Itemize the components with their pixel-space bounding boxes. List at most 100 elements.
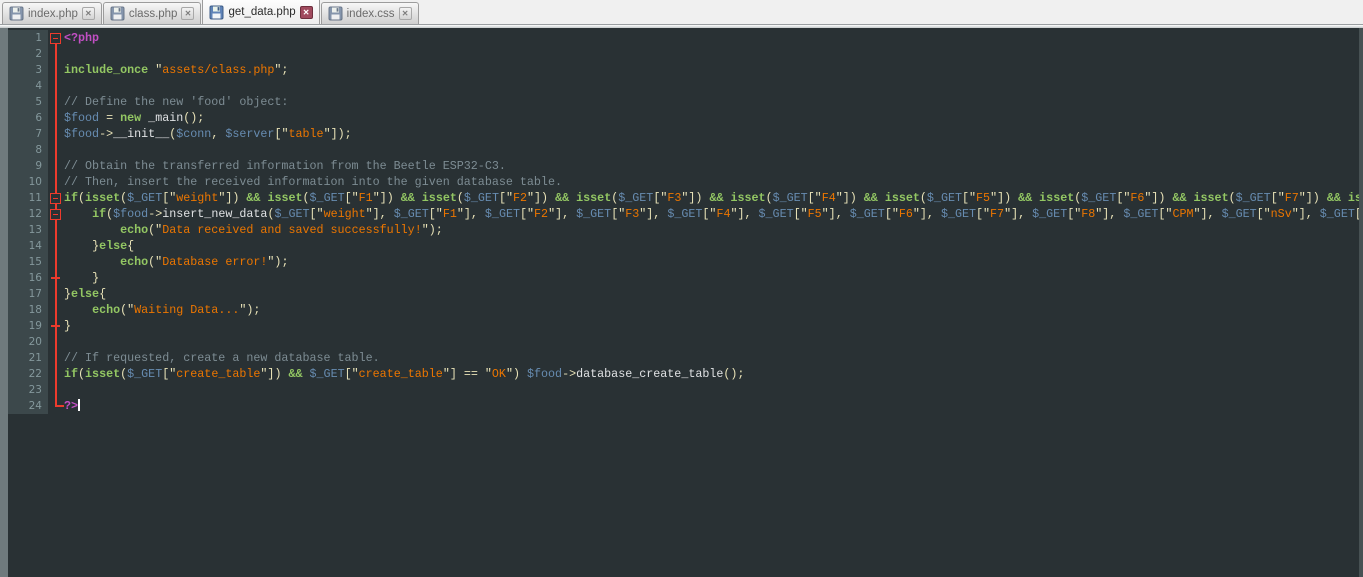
code-text[interactable]: // Define the new 'food' object: (64, 94, 288, 110)
code-line-8: 8 (8, 142, 1359, 158)
code-line-17: 17}else{ (8, 286, 1359, 302)
line-number: 6 (8, 110, 48, 126)
code-line-21: 21 // If requested, create a new database… (8, 350, 1359, 366)
code-line-10: 10 // Then, insert the received informati… (8, 174, 1359, 190)
code-line-7: 7 $food->__init__($conn, $server["table"]… (8, 126, 1359, 142)
code-line-1: 1 <?php (8, 30, 1359, 46)
tab-get_data.php[interactable]: get_data.php ✕ (202, 0, 319, 24)
close-icon[interactable]: ✕ (181, 7, 194, 20)
code-text[interactable]: if(isset($_GET["weight"]) && isset($_GET… (64, 190, 1363, 206)
code-text[interactable]: }else{ (64, 238, 134, 254)
code-text[interactable]: echo("Data received and saved successful… (64, 222, 443, 238)
fold-margin-cell (48, 78, 64, 94)
code-text[interactable]: echo("Database error!"); (64, 254, 288, 270)
fold-margin-cell (48, 158, 64, 174)
line-number: 19 (8, 318, 48, 334)
line-number: 1 (8, 30, 48, 46)
fold-margin-cell (48, 174, 64, 190)
code-line-6: 6 $food = new _main(); (8, 110, 1359, 126)
fold-margin-cell (48, 62, 64, 78)
line-number: 21 (8, 350, 48, 366)
code-line-22: 22 if(isset($_GET["create_table"]) && $_G… (8, 366, 1359, 382)
code-line-11: 11if(isset($_GET["weight"]) && isset($_G… (8, 190, 1359, 206)
code-line-14: 14 }else{ (8, 238, 1359, 254)
line-number: 8 (8, 142, 48, 158)
code-text[interactable]: // Then, insert the received information… (64, 174, 562, 190)
tab-label: class.php (129, 8, 178, 20)
line-number: 11 (8, 190, 48, 206)
code-line-24: 24?> (8, 398, 1359, 414)
code-text[interactable]: } (64, 270, 99, 286)
line-number: 10 (8, 174, 48, 190)
right-edge-strip (1359, 28, 1363, 577)
code-line-19: 19} (8, 318, 1359, 334)
line-number: 20 (8, 334, 48, 350)
code-text[interactable]: // If requested, create a new database t… (64, 350, 380, 366)
code-line-23: 23 (8, 382, 1359, 398)
fold-margin-cell (48, 110, 64, 126)
line-number: 5 (8, 94, 48, 110)
tab-label: index.php (28, 8, 78, 20)
left-edge-strip (0, 28, 8, 577)
fold-margin-cell (48, 350, 64, 366)
line-number: 7 (8, 126, 48, 142)
line-number: 9 (8, 158, 48, 174)
line-number: 15 (8, 254, 48, 270)
fold-margin-cell (48, 142, 64, 158)
code-text[interactable]: }else{ (64, 286, 106, 302)
code-line-15: 15 echo("Database error!"); (8, 254, 1359, 270)
fold-margin-cell (48, 94, 64, 110)
code-lines: 1 <?php 23 include_once "assets/class.php";… (8, 30, 1359, 414)
fold-margin-cell (48, 286, 64, 302)
close-icon[interactable]: ✕ (399, 7, 412, 20)
code-line-13: 13 echo("Data received and saved success… (8, 222, 1359, 238)
fold-collapse-box[interactable] (50, 209, 61, 220)
code-text[interactable]: $food = new _main(); (64, 110, 204, 126)
code-text[interactable]: <?php (64, 30, 99, 46)
line-number: 14 (8, 238, 48, 254)
code-line-3: 3 include_once "assets/class.php"; (8, 62, 1359, 78)
floppy-disk-icon (110, 6, 125, 21)
fold-margin-cell (48, 222, 64, 238)
code-text[interactable]: ?> (64, 398, 80, 414)
line-number: 16 (8, 270, 48, 286)
fold-margin-cell (48, 254, 64, 270)
fold-margin-cell (48, 334, 64, 350)
code-text[interactable]: if(isset($_GET["create_table"]) && $_GET… (64, 366, 744, 382)
fold-margin-cell (48, 46, 64, 62)
code-editor[interactable]: 1 <?php 23 include_once "assets/class.php";… (0, 28, 1363, 577)
fold-collapse-box[interactable] (50, 193, 61, 204)
code-line-4: 4 (8, 78, 1359, 94)
code-text[interactable]: echo("Waiting Data..."); (64, 302, 260, 318)
fold-margin-cell (48, 398, 64, 414)
line-number: 18 (8, 302, 48, 318)
code-text[interactable]: // Obtain the transferred information fr… (64, 158, 506, 174)
line-number: 3 (8, 62, 48, 78)
tab-index.css[interactable]: index.css ✕ (321, 2, 419, 24)
fold-margin-cell (48, 382, 64, 398)
floppy-disk-icon (328, 6, 343, 21)
code-text[interactable]: $food->__init__($conn, $server["table"])… (64, 126, 352, 142)
fold-collapse-box[interactable] (50, 33, 61, 44)
code-text[interactable]: include_once "assets/class.php"; (64, 62, 288, 78)
tab-label: get_data.php (228, 6, 295, 18)
code-text[interactable]: } (64, 318, 71, 334)
tab-index.php[interactable]: index.php ✕ (2, 2, 102, 24)
close-icon[interactable]: ✕ (82, 7, 95, 20)
line-number: 12 (8, 206, 48, 222)
fold-margin-cell (48, 318, 64, 334)
fold-margin-cell (48, 302, 64, 318)
close-icon[interactable]: ✕ (300, 6, 313, 19)
line-number: 13 (8, 222, 48, 238)
code-text[interactable]: if($food->insert_new_data($_GET["weight"… (64, 206, 1363, 222)
text-caret (78, 399, 80, 411)
tab-class.php[interactable]: class.php✕ (103, 2, 202, 24)
line-number: 4 (8, 78, 48, 94)
tab-label: index.css (347, 8, 395, 20)
code-line-20: 20 (8, 334, 1359, 350)
notepad-editor-window: index.php✕class.php✕get_data.php✕index.c… (0, 0, 1363, 577)
line-number: 2 (8, 46, 48, 62)
floppy-disk-icon (9, 6, 24, 21)
code-line-12: 12 if($food->insert_new_data($_GET["weig… (8, 206, 1359, 222)
line-number: 22 (8, 366, 48, 382)
